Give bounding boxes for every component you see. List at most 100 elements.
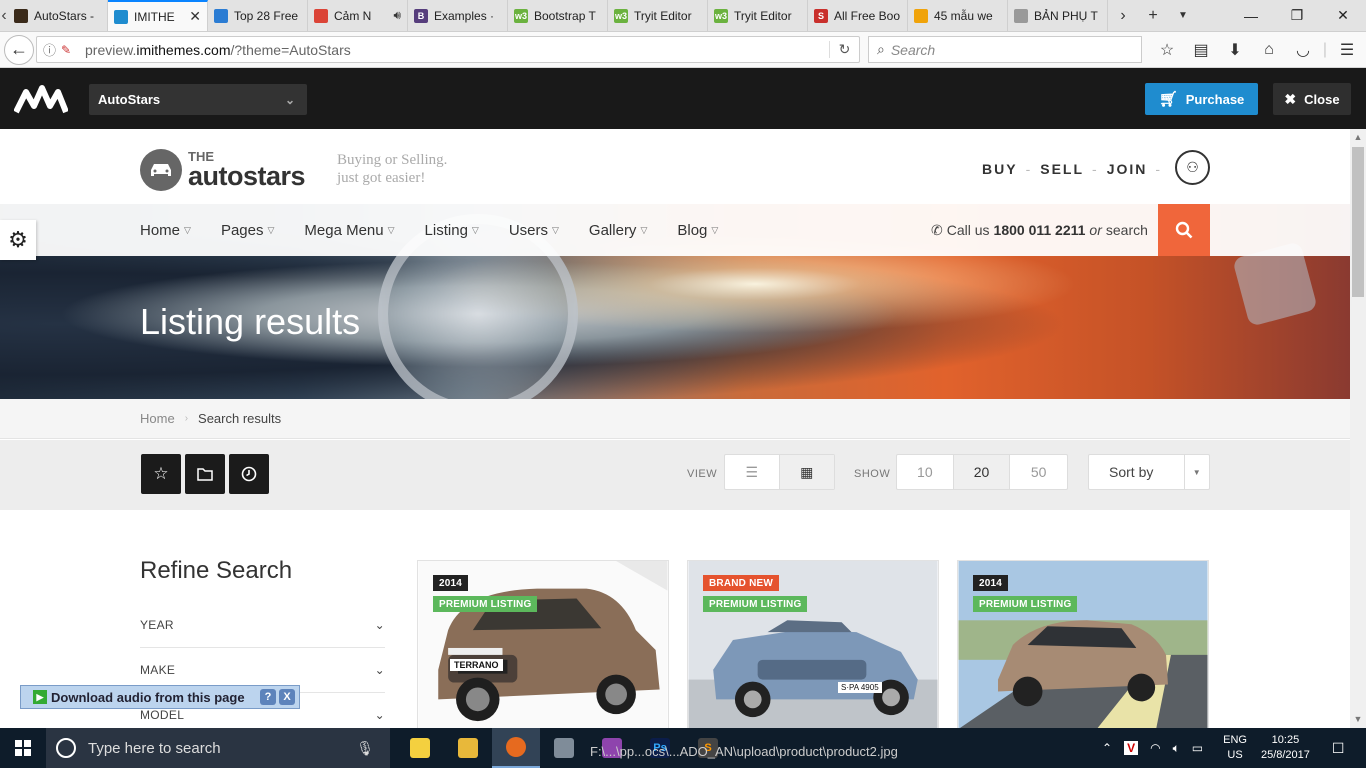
browser-tab[interactable]: w3 Tryit Editor <box>708 0 808 31</box>
browser-tab[interactable]: S All Free Boo <box>808 0 908 31</box>
windows-start-icon[interactable] <box>0 728 46 768</box>
list-tabs-icon[interactable]: ▼ <box>1168 10 1198 21</box>
restore-icon[interactable]: ❐ <box>1274 7 1320 24</box>
list-view-icon[interactable]: ☰ <box>725 455 780 489</box>
brand-text: THE autostars <box>188 150 306 191</box>
chevron-down-icon: ⌄ <box>374 618 385 632</box>
close-demo-button[interactable]: ✖ Close <box>1273 83 1351 115</box>
menu-item-gallery[interactable]: Gallery ▽ <box>589 222 647 239</box>
menu-item-mega-menu[interactable]: Mega Menu ▽ <box>304 222 394 239</box>
tab-close-icon[interactable]: ✕ <box>189 8 201 25</box>
browser-tab[interactable]: BẢN PHỤ T <box>1008 0 1108 31</box>
cortana-icon <box>56 738 76 758</box>
site-logo[interactable]: THE autostars <box>140 149 306 191</box>
reload-icon[interactable]: ↻ <box>829 41 859 58</box>
url-bar[interactable]: ⓘ ✎ preview.imithemes.com/?theme=AutoSta… <box>36 36 860 63</box>
volume-icon[interactable]: 🔈︎ <box>1173 741 1180 756</box>
menu-item-users[interactable]: Users ▽ <box>509 222 559 239</box>
browser-tab[interactable]: IMITHE ✕ <box>108 0 208 31</box>
menu-item-pages[interactable]: Pages ▽ <box>221 222 274 239</box>
popup-close-button[interactable]: X <box>279 689 295 705</box>
window-close-icon[interactable]: ✕ <box>1320 7 1366 24</box>
per-page-option[interactable]: 20 <box>953 455 1011 489</box>
sort-by-select[interactable]: Sort by ▼ <box>1088 454 1210 490</box>
tab-label: Top 28 Free <box>234 8 299 23</box>
top-link-join[interactable]: JOIN <box>1107 161 1148 177</box>
imithemes-logo[interactable] <box>14 82 68 116</box>
browser-tab[interactable]: 45 mẫu we <box>908 0 1008 31</box>
grid-view-icon[interactable]: ▦ <box>779 455 834 489</box>
menu-item-blog[interactable]: Blog ▽ <box>677 222 718 239</box>
display-app-icon[interactable] <box>540 728 588 768</box>
bookmark-star-icon[interactable]: ☆ <box>1150 36 1184 63</box>
new-tab-icon[interactable]: + <box>1138 7 1168 25</box>
brand-name: autostars <box>188 161 306 191</box>
breadcrumb-home[interactable]: Home <box>140 411 175 426</box>
reading-list-icon[interactable]: ▤ <box>1184 36 1218 63</box>
wifi-icon[interactable]: ◠ <box>1150 741 1160 755</box>
per-page-option[interactable]: 10 <box>897 455 954 489</box>
pocket-icon[interactable]: ◡ <box>1286 36 1320 63</box>
input-language[interactable]: ENG US <box>1223 733 1247 763</box>
tab-audio-icon[interactable]: 🔊︎ <box>393 8 401 23</box>
menu-item-listing[interactable]: Listing ▽ <box>425 222 479 239</box>
sticky-notes-app-icon[interactable] <box>396 728 444 768</box>
notifications-icon[interactable]: ☐ <box>1332 740 1345 757</box>
tracking-shield-icon[interactable]: ✎ <box>61 43 79 57</box>
tabs-scroll-right-icon[interactable]: › <box>1108 7 1138 25</box>
listing-card[interactable]: 2014 PREMIUM LISTING <box>957 560 1209 728</box>
top-link-sell[interactable]: SELL <box>1040 161 1084 177</box>
browser-tab[interactable]: B Examples · <box>408 0 508 31</box>
history-clock-icon[interactable] <box>229 454 269 494</box>
menu-item-home[interactable]: Home ▽ <box>140 222 191 239</box>
minimize-icon[interactable]: — <box>1228 8 1274 24</box>
per-page-option[interactable]: 50 <box>1010 455 1067 489</box>
taskbar-search-input[interactable]: Type here to search 🎙︎ <box>46 728 390 768</box>
battery-icon[interactable]: ▭ <box>1192 741 1203 755</box>
style-switcher-gear-icon[interactable]: ⚙ <box>0 220 36 260</box>
tabs-scroll-left-icon[interactable]: ‹ <box>0 0 8 31</box>
microphone-icon[interactable]: 🎙︎ <box>356 740 374 757</box>
filter-year[interactable]: YEAR ⌄ <box>140 603 385 648</box>
per-page-selector: 10 20 50 <box>896 454 1068 490</box>
view-label: VIEW <box>687 468 718 480</box>
tab-label: Examples · <box>434 8 495 23</box>
chevron-down-icon: ▽ <box>387 224 395 235</box>
clock[interactable]: 10:25 25/8/2017 <box>1261 733 1310 763</box>
purchase-button[interactable]: 🛒︎ Purchase <box>1145 83 1258 115</box>
download-audio-label[interactable]: Download audio from this page <box>51 690 245 705</box>
browser-tab[interactable]: Cảm N 🔊︎ <box>308 0 408 31</box>
browser-search-input[interactable]: ⌕ Search <box>868 36 1142 63</box>
site-search-button[interactable] <box>1158 204 1210 256</box>
firefox-app-icon[interactable] <box>492 728 540 768</box>
page-scrollbar[interactable]: ▲ ▼ <box>1350 129 1366 728</box>
cart-icon: 🛒︎ <box>1158 91 1178 108</box>
menu-item-label: Pages <box>220 221 264 239</box>
scroll-down-icon[interactable]: ▼ <box>1350 714 1366 724</box>
listing-card[interactable]: BRAND NEW PREMIUM LISTING S·PA 4905 <box>687 560 939 728</box>
user-account-icon[interactable]: ⚇ <box>1175 150 1210 185</box>
top-link-buy[interactable]: BUY <box>982 161 1018 177</box>
saved-listings-star-icon[interactable]: ☆ <box>141 454 181 494</box>
browser-tab[interactable]: w3 Bootstrap T <box>508 0 608 31</box>
show-hidden-icons-icon[interactable]: ⌃ <box>1102 741 1112 755</box>
home-icon[interactable]: ⌂ <box>1252 36 1286 63</box>
scrollbar-thumb[interactable] <box>1352 147 1364 297</box>
listing-card[interactable]: 2014 PREMIUM LISTING TERRANO <box>417 560 669 728</box>
downloads-icon[interactable]: ⬇ <box>1218 36 1252 63</box>
download-audio-popup[interactable]: ▶ Download audio from this page ? X <box>20 685 300 709</box>
help-button[interactable]: ? <box>260 689 276 705</box>
file-explorer-app-icon[interactable] <box>444 728 492 768</box>
browser-tab[interactable]: w3 Tryit Editor <box>608 0 708 31</box>
browser-tab[interactable]: AutoStars - <box>8 0 108 31</box>
folder-icon[interactable] <box>185 454 225 494</box>
browser-tab[interactable]: Top 28 Free <box>208 0 308 31</box>
hamburger-menu-icon[interactable]: ☰ <box>1330 36 1364 63</box>
site-info-icon[interactable]: ⓘ <box>43 40 61 59</box>
scroll-up-icon[interactable]: ▲ <box>1350 132 1366 142</box>
premium-tag: PREMIUM LISTING <box>703 596 808 612</box>
theme-switcher-select[interactable]: AutoStars ⌄ <box>89 84 307 115</box>
back-button[interactable]: ← <box>4 34 34 65</box>
antivirus-icon[interactable]: V <box>1124 741 1139 755</box>
call-number[interactable]: 1800 011 2211 <box>994 222 1086 238</box>
